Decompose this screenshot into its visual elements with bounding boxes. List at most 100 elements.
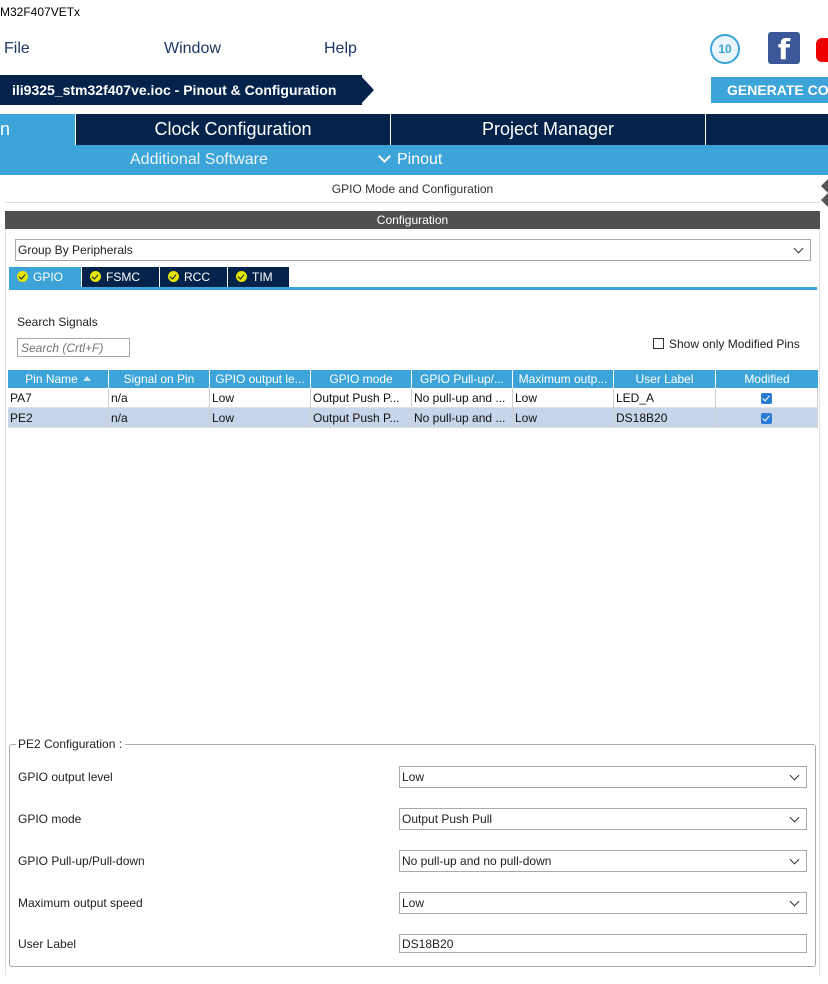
check-circle-icon xyxy=(17,271,28,282)
collapse-arrow-icon xyxy=(821,193,828,207)
cell-user-label: DS18B20 xyxy=(614,408,716,428)
gpio-pull-value: No pull-up and no pull-down xyxy=(402,854,552,868)
gpio-output-level-label: GPIO output level xyxy=(18,770,113,784)
menu-window[interactable]: Window xyxy=(164,40,221,58)
cell-output-level: Low xyxy=(210,388,311,408)
breadcrumb-project[interactable]: ili9325_stm32f407ve.ioc - Pinout & Confi… xyxy=(0,75,362,105)
gpio-mode-select[interactable]: Output Push Pull xyxy=(399,808,807,830)
max-output-speed-value: Low xyxy=(402,896,425,910)
window-title: M32F407VETx xyxy=(0,5,81,19)
max-output-speed-select[interactable]: Low xyxy=(399,892,807,914)
pin-configuration-legend: PE2 Configuration : xyxy=(16,737,126,751)
column-modified[interactable]: Modified xyxy=(716,370,818,388)
peripheral-tabs: GPIO FSMC RCC TIM xyxy=(9,267,817,290)
cell-pull: No pull-up and ... xyxy=(412,388,513,408)
gpio-output-level-select[interactable]: Low xyxy=(399,766,807,788)
collapse-arrow-icon xyxy=(821,179,828,193)
group-by-select[interactable]: Group By Peripherals xyxy=(15,239,811,261)
cell-pin-name: PE2 xyxy=(8,408,109,428)
pin-configuration-group: PE2 Configuration : GPIO output level Lo… xyxy=(9,737,816,967)
column-signal-on-pin[interactable]: Signal on Pin xyxy=(109,370,210,388)
user-label-label: User Label xyxy=(18,937,77,951)
modified-checkbox-icon xyxy=(761,413,772,424)
configuration-header: Configuration xyxy=(5,211,820,229)
chevron-down-icon xyxy=(793,243,804,254)
check-circle-icon xyxy=(236,271,247,282)
cell-output-level: Low xyxy=(210,408,311,428)
tab-clock-configuration[interactable]: Clock Configuration xyxy=(76,114,391,145)
tab-pinout-menu[interactable]: Pinout xyxy=(378,145,443,175)
tab-fsmc[interactable]: FSMC xyxy=(82,267,160,287)
menu-bar: File Window Help 10 f xyxy=(0,24,828,74)
chevron-down-icon xyxy=(378,150,391,163)
gpio-pull-label: GPIO Pull-up/Pull-down xyxy=(18,854,145,868)
max-output-speed-label: Maximum output speed xyxy=(18,896,143,910)
show-modified-label: Show only Modified Pins xyxy=(669,337,800,351)
show-modified-checkbox[interactable] xyxy=(653,338,664,349)
sort-ascending-icon xyxy=(82,376,91,381)
gpio-pull-select[interactable]: No pull-up and no pull-down xyxy=(399,850,807,872)
user-label-input[interactable] xyxy=(399,934,807,953)
cell-speed: Low xyxy=(513,388,614,408)
tab-pinout-configuration[interactable]: n xyxy=(0,114,76,145)
tab-tim[interactable]: TIM xyxy=(228,267,290,287)
cell-signal: n/a xyxy=(109,408,210,428)
column-gpio-output-level[interactable]: GPIO output le... xyxy=(210,370,311,388)
modified-checkbox-icon xyxy=(761,393,772,404)
cell-gpio-mode: Output Push P... xyxy=(311,388,412,408)
check-circle-icon xyxy=(90,271,101,282)
table-row[interactable]: PA7 n/a Low Output Push P... No pull-up … xyxy=(8,388,818,408)
menu-file[interactable]: File xyxy=(4,40,30,58)
chevron-down-icon xyxy=(789,812,800,823)
column-pin-name-label: Pin Name xyxy=(25,372,78,386)
main-tabs: n Clock Configuration Project Manager xyxy=(0,114,828,145)
generate-code-button[interactable]: GENERATE CODE xyxy=(711,77,828,103)
pin-table: Pin Name Signal on Pin GPIO output le...… xyxy=(8,370,818,428)
collapse-handle[interactable] xyxy=(820,175,828,211)
cell-modified xyxy=(716,388,818,408)
tab-project-manager[interactable]: Project Manager xyxy=(391,114,706,145)
column-max-output-speed[interactable]: Maximum outp... xyxy=(513,370,614,388)
tab-gpio-label: GPIO xyxy=(33,270,64,284)
cell-user-label: LED_A xyxy=(614,388,716,408)
search-signals-label: Search Signals xyxy=(17,315,98,329)
search-signals-input[interactable] xyxy=(17,338,130,357)
breadcrumb-arrow-icon xyxy=(360,75,374,105)
tab-gpio[interactable]: GPIO xyxy=(9,267,82,287)
cell-gpio-mode: Output Push P... xyxy=(311,408,412,428)
table-header: Pin Name Signal on Pin GPIO output le...… xyxy=(8,370,818,388)
menu-help[interactable]: Help xyxy=(324,40,357,58)
chevron-down-icon xyxy=(789,770,800,781)
cell-speed: Low xyxy=(513,408,614,428)
table-row-selected[interactable]: PE2 n/a Low Output Push P... No pull-up … xyxy=(8,408,818,428)
cell-signal: n/a xyxy=(109,388,210,408)
cell-pull: No pull-up and ... xyxy=(412,408,513,428)
check-circle-icon xyxy=(168,271,179,282)
gpio-mode-panel-title: GPIO Mode and Configuration xyxy=(5,175,820,203)
configuration-panel: Group By Peripherals GPIO FSMC RCC TIM S… xyxy=(5,229,820,975)
gpio-output-level-value: Low xyxy=(402,770,425,784)
chevron-down-icon xyxy=(789,854,800,865)
chevron-down-icon xyxy=(789,896,800,907)
anniversary-badge-icon[interactable]: 10 xyxy=(710,34,740,64)
group-by-value: Group By Peripherals xyxy=(18,243,133,257)
column-gpio-pull[interactable]: GPIO Pull-up/... xyxy=(412,370,513,388)
tab-fsmc-label: FSMC xyxy=(106,270,140,284)
tab-pinout-label: Pinout xyxy=(397,151,443,168)
gpio-mode-label: GPIO mode xyxy=(18,812,82,826)
column-gpio-mode[interactable]: GPIO mode xyxy=(311,370,412,388)
tab-additional-software[interactable]: Additional Software xyxy=(130,145,268,175)
tab-tim-label: TIM xyxy=(252,270,273,284)
gpio-mode-value: Output Push Pull xyxy=(402,812,493,826)
show-modified-pins-toggle[interactable]: Show only Modified Pins xyxy=(653,337,800,351)
tab-rcc-label: RCC xyxy=(184,270,210,284)
youtube-icon[interactable] xyxy=(816,38,828,62)
sub-tabs: Additional Software Pinout xyxy=(0,145,828,175)
cell-pin-name: PA7 xyxy=(8,388,109,408)
tab-rcc[interactable]: RCC xyxy=(160,267,228,287)
column-user-label[interactable]: User Label xyxy=(614,370,716,388)
facebook-icon[interactable]: f xyxy=(768,32,800,66)
column-pin-name[interactable]: Pin Name xyxy=(8,370,109,388)
breadcrumb: ili9325_stm32f407ve.ioc - Pinout & Confi… xyxy=(0,74,828,106)
tab-tools[interactable] xyxy=(706,114,828,145)
